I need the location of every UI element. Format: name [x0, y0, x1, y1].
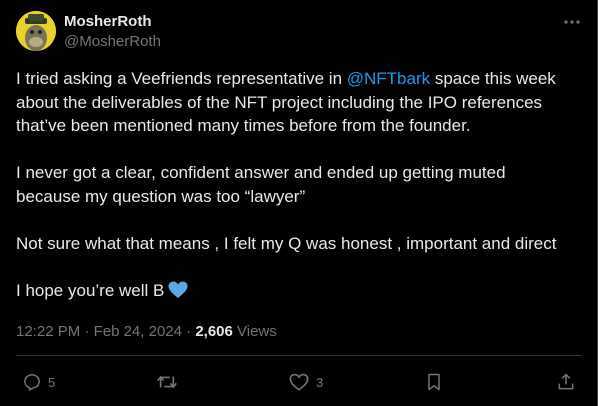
bookmark-button[interactable] [424, 372, 444, 392]
blue-heart-icon [168, 281, 188, 306]
reply-icon [24, 374, 40, 391]
meta-separator: · [181, 323, 196, 340]
tweet-paragraph-4: I hope you’re well B [16, 279, 586, 306]
heart-icon [289, 373, 309, 391]
tweet-meta: 12:22 PM · Feb 24, 2024 · 2,606 Views [16, 322, 277, 342]
tweet-text-segment: because my question was too “lawyer” [16, 186, 306, 206]
more-options-button[interactable] [560, 12, 584, 32]
share-icon [558, 373, 574, 390]
reply-button[interactable]: 5 [22, 372, 55, 392]
mention-link[interactable]: @NFTbark [347, 69, 430, 88]
like-button[interactable]: 3 [288, 372, 323, 392]
share-button[interactable] [556, 372, 576, 392]
author-handle[interactable]: @MosherRoth [64, 32, 161, 52]
views-count[interactable]: 2,606 [195, 323, 233, 340]
repost-button[interactable] [156, 372, 184, 392]
tweet-paragraph-2: I never got a clear, confident answer an… [16, 161, 586, 208]
tweet-text-segment: Not sure what that means , I felt my Q w… [16, 233, 557, 253]
tweet-card: MosherRoth @MosherRoth I tried asking a … [0, 0, 598, 406]
author-display-name[interactable]: MosherRoth [64, 12, 152, 32]
tweet-text-segment: about the deliverables of the NFT projec… [16, 92, 543, 112]
tweet-text-segment: I hope you’re well B [16, 280, 165, 300]
reply-count: 5 [48, 374, 56, 390]
tweet-text: I tried asking a Veefriends representati… [16, 67, 586, 329]
views-label: Views [232, 323, 277, 340]
meta-separator: · [80, 323, 94, 340]
avatar[interactable] [16, 11, 56, 51]
more-dots-icon [564, 20, 580, 24]
tweet-time[interactable]: 12:22 PM [16, 323, 80, 340]
repost-icon [157, 375, 177, 389]
tweet-text-segment: that’ve been mentioned many times before… [16, 116, 471, 135]
tweet-text-segment: space this week [430, 69, 556, 88]
ape-avatar-image [16, 11, 56, 51]
tweet-paragraph-1: I tried asking a Veefriends representati… [16, 67, 586, 138]
tweet-paragraph-3: Not sure what that means , I felt my Q w… [16, 232, 586, 256]
tweet-date[interactable]: Feb 24, 2024 [94, 323, 182, 340]
divider [16, 355, 582, 356]
tweet-text-segment: I tried asking a Veefriends representati… [16, 69, 347, 88]
like-count: 3 [316, 374, 324, 390]
tweet-text-segment: I never got a clear, confident answer an… [16, 163, 506, 182]
bookmark-icon [428, 373, 440, 391]
